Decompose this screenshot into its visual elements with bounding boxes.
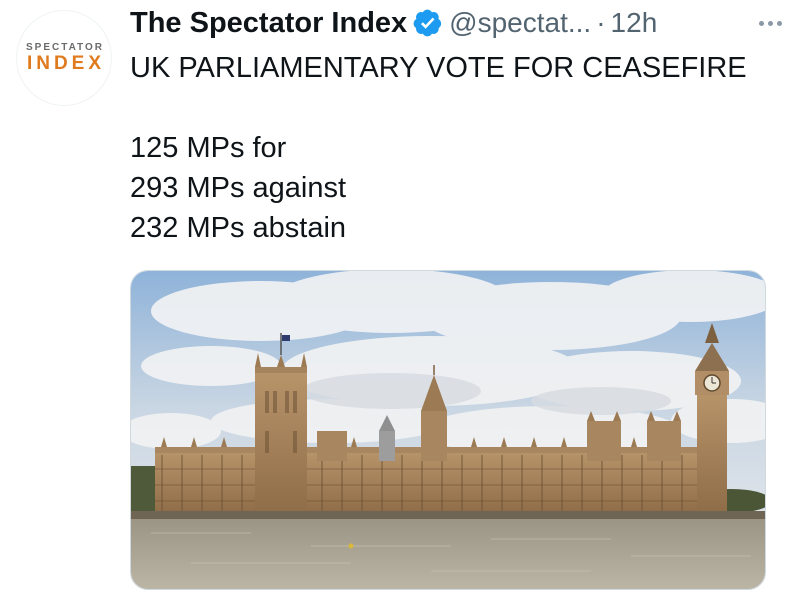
tweet-media-image[interactable] — [130, 270, 766, 590]
tweet-line: 293 MPs against — [130, 172, 347, 204]
tweet-line — [130, 88, 747, 128]
tweet[interactable]: SPECTATOR INDEX The Spectator Index @spe… — [0, 0, 806, 602]
tweet-text: UK PARLIAMENTARY VOTE FOR CEASEFIRE 125 … — [130, 48, 747, 248]
separator-dot: · — [596, 7, 606, 38]
tweet-line: UK PARLIAMENTARY VOTE FOR CEASEFIRE — [130, 52, 747, 84]
avatar-text-bottom: INDEX — [26, 53, 106, 74]
more-dot — [776, 20, 782, 26]
avatar[interactable]: SPECTATOR INDEX — [16, 10, 112, 106]
display-name[interactable]: The Spectator Index — [130, 7, 407, 40]
tweet-header: The Spectator Index @spectat... · 12h — [130, 2, 790, 44]
more-horizontal-icon[interactable] — [750, 6, 790, 40]
more-dot — [758, 20, 764, 26]
verified-badge-icon[interactable] — [413, 8, 443, 38]
houses-of-parliament-photo — [131, 271, 765, 589]
tweet-line: 125 MPs for — [130, 132, 287, 164]
more-dot — [767, 20, 773, 26]
timestamp[interactable]: 12h — [611, 7, 658, 39]
handle[interactable]: @spectat... — [449, 7, 591, 39]
tweet-line: 232 MPs abstain — [130, 212, 347, 244]
